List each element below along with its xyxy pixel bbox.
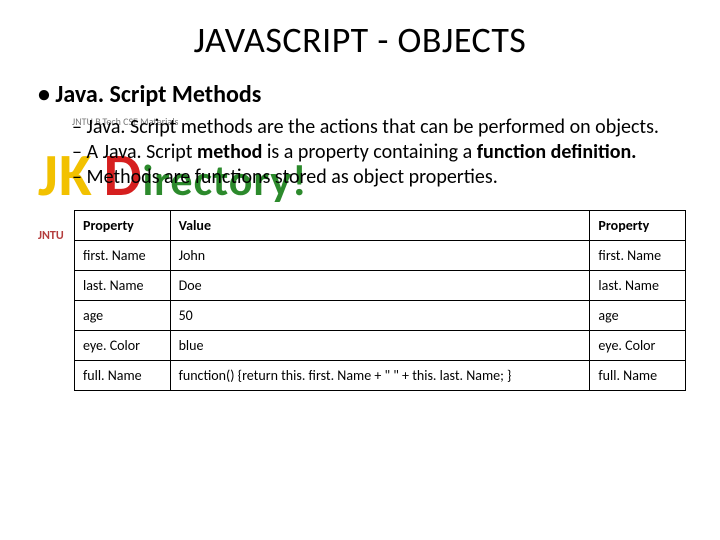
table-row: age 50 age bbox=[75, 301, 686, 331]
table-cell: first. Name bbox=[75, 241, 171, 271]
table-cell: eye. Color bbox=[75, 331, 171, 361]
bullet-item: Java. Script methods are the actions tha… bbox=[72, 115, 682, 140]
table-cell: Doe bbox=[170, 271, 590, 301]
table-cell: last. Name bbox=[590, 271, 686, 301]
properties-table: Property Value Property first. Name John… bbox=[74, 210, 686, 391]
table-header-row: Property Value Property bbox=[75, 211, 686, 241]
table-row: last. Name Doe last. Name bbox=[75, 271, 686, 301]
table-cell: age bbox=[590, 301, 686, 331]
table-cell: function() {return this. first. Name + "… bbox=[170, 361, 590, 391]
table-cell: full. Name bbox=[590, 361, 686, 391]
table-header: Property bbox=[75, 211, 171, 241]
bullet-item: A Java. Script method is a property cont… bbox=[72, 140, 682, 165]
bullet-item: Methods are functions stored as object p… bbox=[72, 165, 682, 190]
content-area: JNTU B.Tech CSE Materials JK Directory! … bbox=[38, 113, 682, 210]
table-cell: first. Name bbox=[590, 241, 686, 271]
table-cell: John bbox=[170, 241, 590, 271]
table-cell: eye. Color bbox=[590, 331, 686, 361]
table-cell: blue bbox=[170, 331, 590, 361]
table-cell: age bbox=[75, 301, 171, 331]
section-heading: Java. Script Methods bbox=[38, 80, 682, 109]
table-cell: 50 bbox=[170, 301, 590, 331]
table-row: first. Name John first. Name bbox=[75, 241, 686, 271]
table-header: Property bbox=[590, 211, 686, 241]
table-cell: last. Name bbox=[75, 271, 171, 301]
watermark-jntu: JNTU bbox=[38, 229, 64, 243]
bullet-list: Java. Script methods are the actions tha… bbox=[38, 115, 682, 190]
table-row: eye. Color blue eye. Color bbox=[75, 331, 686, 361]
table-row: full. Name function() {return this. firs… bbox=[75, 361, 686, 391]
table-header: Value bbox=[170, 211, 590, 241]
page-title: JAVASCRIPT - OBJECTS bbox=[38, 18, 682, 62]
table-cell: full. Name bbox=[75, 361, 171, 391]
